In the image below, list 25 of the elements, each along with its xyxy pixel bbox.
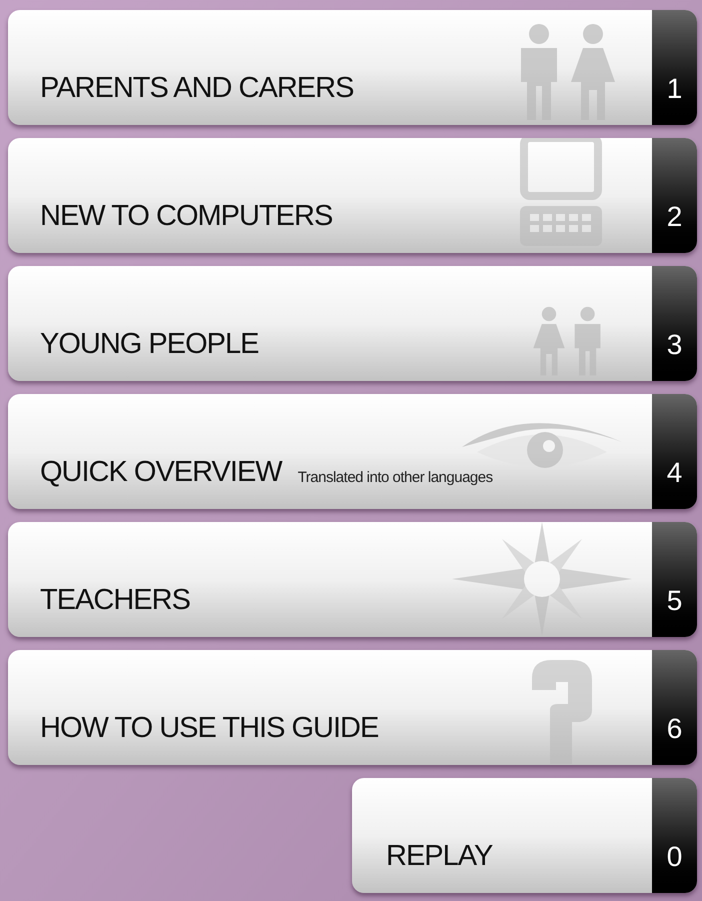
- number-key: 2: [652, 138, 697, 253]
- number-key: 5: [652, 522, 697, 637]
- number-key: 0: [652, 778, 697, 893]
- menu-label: PARENTS AND CARERS: [40, 74, 354, 103]
- menu-button[interactable]: HOW TO USE THIS GUIDE 6: [8, 650, 697, 765]
- number-key: 3: [652, 266, 697, 381]
- menu-button[interactable]: QUICK OVERVIEW Translated into other languages 4: [8, 394, 697, 509]
- menu-label: QUICK OVERVIEW: [40, 458, 282, 487]
- menu-label: HOW TO USE THIS GUIDE: [40, 714, 378, 743]
- number-key: 4: [652, 394, 697, 509]
- menu-button[interactable]: TEACHERS 5: [8, 522, 697, 637]
- number-key: 6: [652, 650, 697, 765]
- computer-icon: [520, 138, 602, 248]
- menu-label: REPLAY: [386, 842, 492, 871]
- menu-button[interactable]: YOUNG PEOPLE 3: [8, 266, 697, 381]
- menu-button[interactable]: REPLAY 0: [352, 778, 697, 893]
- menu-label: TEACHERS: [40, 586, 190, 615]
- menu-label: YOUNG PEOPLE: [40, 330, 258, 359]
- menu-button[interactable]: NEW TO COMPUTERS 2: [8, 138, 697, 253]
- number-key: 1: [652, 10, 697, 125]
- question-mark-icon: [532, 660, 592, 764]
- menu-button[interactable]: PARENTS AND CARERS 1: [8, 10, 697, 125]
- menu-label: NEW TO COMPUTERS: [40, 202, 332, 231]
- menu-subtitle: Translated into other languages: [298, 470, 493, 487]
- compass-star-icon: [452, 522, 632, 636]
